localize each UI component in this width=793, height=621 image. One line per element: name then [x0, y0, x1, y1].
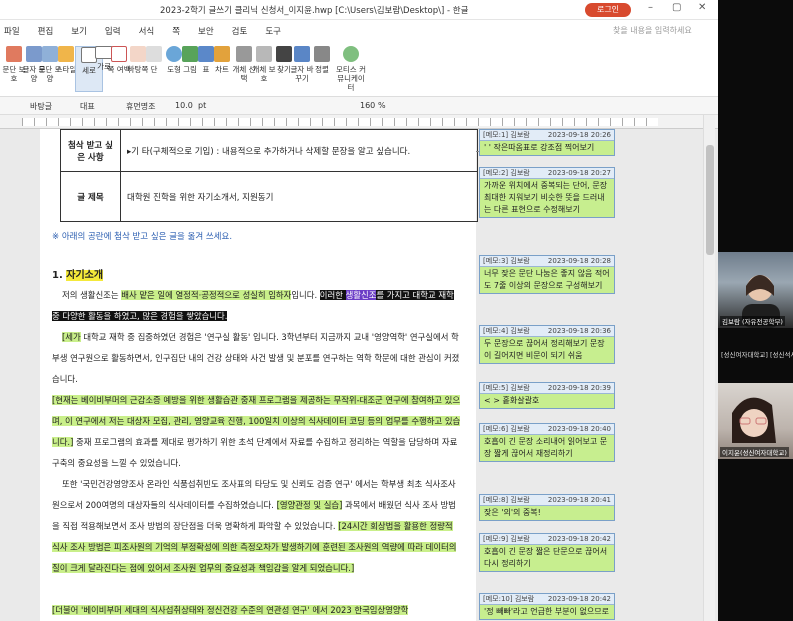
document-page[interactable]: 첨삭 받고 싶은 사항 ▸기 타(구체적으로 기입) : 내용적으로 추가하거나… — [40, 129, 478, 621]
comment-3[interactable]: [메모:3] 김보람 2023-09-18 20:28 너무 잦은 문단 나눔은 … — [479, 255, 615, 294]
chart-icon — [214, 46, 230, 62]
comment-4[interactable]: [메모:4] 김보람 2023-09-18 20:36 두 문장으로 끊어서 정리… — [479, 325, 615, 364]
horizontal-ruler[interactable] — [0, 115, 718, 129]
section-heading-label: 자기소개 — [66, 270, 104, 281]
table-value-title[interactable]: 대학원 진학을 위한 자기소개서, 지원동기 — [120, 171, 478, 222]
comment-6[interactable]: [메모:6] 김보람 2023-09-18 20:40 호흡이 긴 문장 소리내어… — [479, 423, 615, 462]
communicator-icon — [343, 46, 359, 62]
zoom-select[interactable]: 160 — [360, 101, 375, 110]
menu-item-file[interactable]: 파일 — [4, 25, 20, 37]
menu-item-page[interactable]: 쪽 — [172, 25, 180, 37]
menu-item-tools[interactable]: 도구 — [265, 25, 281, 37]
document-area[interactable]: 첨삭 받고 싶은 사항 ▸기 타(구체적으로 기입) : 내용적으로 추가하거나… — [0, 129, 718, 621]
table-key-title: 글 제목 — [60, 171, 121, 222]
participant-name: 김보람 (자유전공학부) — [720, 316, 785, 326]
table-value-request[interactable]: ▸기 타(구체적으로 기입) : 내용적으로 추가하거나 삭제할 문장을 알고 … — [120, 129, 478, 172]
comment-5[interactable]: [메모:5] 김보람 2023-09-18 20:39 < > 홑화살괄호 — [479, 382, 615, 409]
menu-item-view[interactable]: 보기 — [71, 25, 87, 37]
comment-2[interactable]: [메모:2] 김보람 2023-09-18 20:27 가까운 위치에서 중복되는… — [479, 167, 615, 218]
menu-item-review[interactable]: 검토 — [232, 25, 248, 37]
font-select[interactable]: 휴먼명조 — [126, 101, 155, 112]
instruction-note: ※ 아래의 공란에 첨삭 받고 싶은 글을 옮겨 쓰세요. — [52, 232, 233, 242]
login-button[interactable]: 로그인 — [585, 3, 631, 17]
ribbon-toolbar: 문단 보호 글자 모양 문단 모양 스타일 세로 가로 쪽 여백 바탕쪽 단 도… — [0, 42, 718, 97]
paragraph-3[interactable]: [현재는 베이비부머의 근감소증 예방을 위한 생활습관 중재 프로그램을 제공… — [52, 390, 462, 474]
style-icon — [58, 46, 74, 62]
sort-icon — [314, 46, 330, 62]
ruler-ticks — [22, 118, 658, 126]
participant-tile-3[interactable]: 이지윤(성신여자대학교) — [718, 383, 793, 459]
style-select[interactable]: 바탕글 — [30, 101, 52, 112]
title-bar: 2023-2학기 글쓰기 클리닉 신청서_이지윤.hwp [C:\Users\김… — [0, 0, 718, 20]
paragraph-2[interactable]: [세가 대학교 재학 중 집중하였던 경험은 '연구실 활동' 입니다. 3학년… — [52, 327, 462, 390]
format-toolbar: 바탕글 대표 휴먼명조 10.0 pt 160 % — [0, 97, 718, 115]
window-title: 2023-2학기 글쓰기 클리닉 신청서_이지윤.hwp [C:\Users\김… — [160, 6, 469, 16]
table-key-request: 첨삭 받고 싶은 사항 — [60, 129, 121, 172]
maximize-icon[interactable]: ▢ — [672, 2, 681, 13]
menu-item-security[interactable]: 보안 — [198, 25, 214, 37]
font-size-input[interactable]: 10.0 — [175, 101, 193, 110]
vertical-scrollbar[interactable] — [703, 115, 715, 621]
section-heading: 1. 자기소개 — [52, 270, 104, 281]
menu-item-insert[interactable]: 입력 — [105, 25, 121, 37]
minimize-icon[interactable]: – — [648, 2, 653, 13]
participant-name: 이지윤(성신여자대학교) — [720, 447, 789, 457]
participant-tile-1[interactable]: 김보람 (자유전공학부) — [718, 252, 793, 328]
paragraph-5[interactable]: [더불어 '베이비부머 세대의 식사섭취상태와 정신건강 수준의 연관성 연구'… — [52, 600, 462, 621]
close-icon[interactable]: ✕ — [698, 2, 706, 13]
paragraph-4[interactable]: 또한 '국민건강영양조사 온라인 식품섭취빈도 조사표의 타당도 및 신뢰도 검… — [52, 474, 462, 579]
menu-bar: 파일 편집 보기 입력 서식 쪽 보안 검토 도구 찾을 내용을 입력하세요 — [0, 20, 718, 42]
language-select[interactable]: 대표 — [80, 101, 95, 112]
comment-panel: [메모:1] 김보람 2023-09-18 20:26 ' ' 작은따옴표로 강조… — [477, 129, 616, 621]
scrollbar-thumb[interactable] — [706, 145, 714, 255]
comment-8[interactable]: [메모:8] 김보람 2023-09-18 20:41 잦은 '의'의 중복! — [479, 494, 615, 521]
comment-10[interactable]: [메모:10] 김보람 2023-09-18 20:42 '정 빼빠'라고 언급한… — [479, 593, 615, 620]
zoom-unit: % — [378, 101, 386, 110]
sort-button[interactable]: 정렬 — [308, 46, 336, 74]
menu-item-format[interactable]: 서식 — [139, 25, 155, 37]
help-search-input[interactable]: 찾을 내용을 입력하세요 — [613, 25, 692, 36]
paragraph-1[interactable]: 저의 생활신조는 배사 맡은 일에 열정적·공정적으로 성실히 임하자입니다. … — [52, 285, 462, 327]
menu-item-edit[interactable]: 편집 — [38, 25, 54, 37]
participant-name-2: [성신여자대학교] [성신석사과정] — [721, 351, 793, 359]
communicator-button[interactable]: 모티스 커뮤니케이터 — [334, 46, 368, 92]
video-participants-strip: 김보람 (자유전공학부) [성신여자대학교] [성신석사과정] 이지윤(성신여자… — [718, 0, 793, 621]
font-size-unit: pt — [198, 101, 207, 110]
comment-9[interactable]: [메모:9] 김보람 2023-09-18 20:42 호흡이 긴 문장 짧은 단… — [479, 533, 615, 572]
info-table: 첨삭 받고 싶은 사항 ▸기 타(구체적으로 기입) : 내용적으로 추가하거나… — [60, 129, 478, 222]
comment-1[interactable]: [메모:1] 김보람 2023-09-18 20:26 ' ' 작은따옴표로 강조… — [479, 129, 615, 156]
